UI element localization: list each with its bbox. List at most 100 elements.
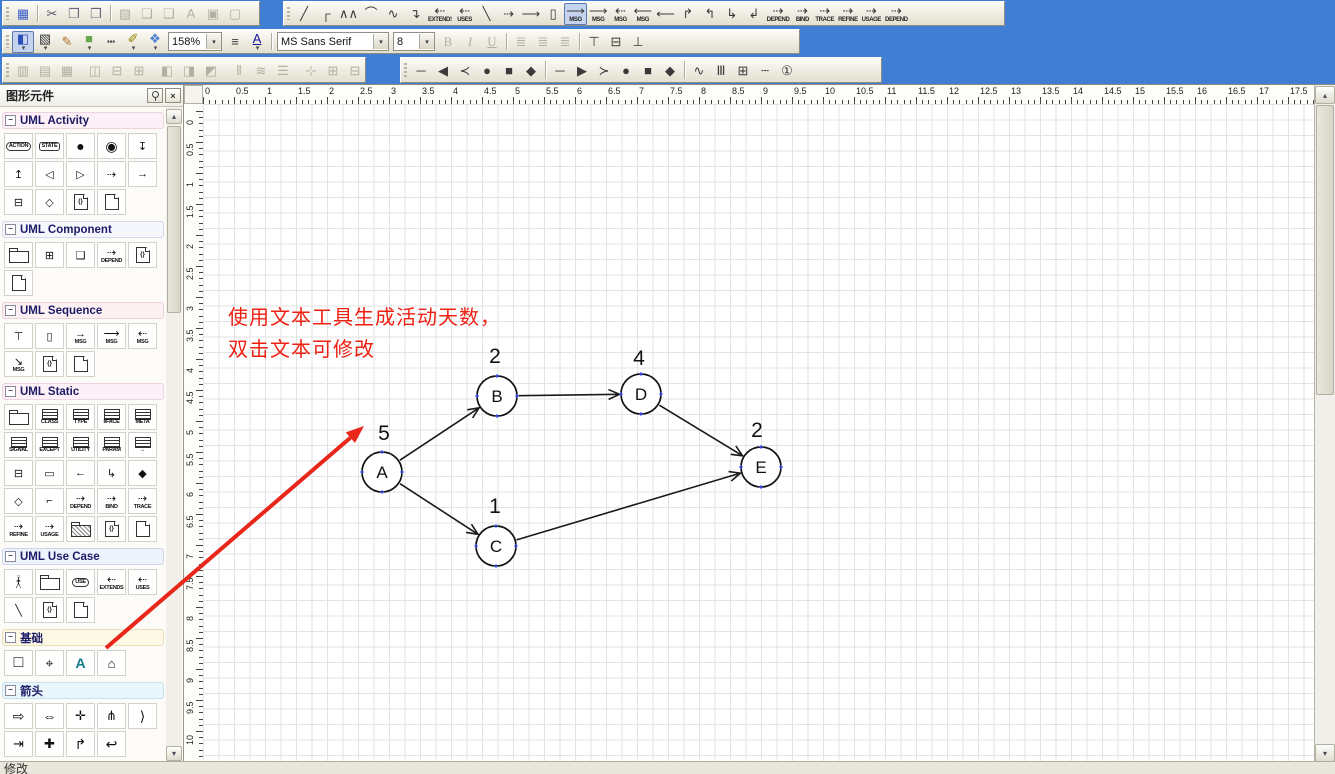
polygon-shape[interactable]: ⌂ (97, 650, 126, 676)
uses-shape[interactable]: ⇠USES (128, 569, 157, 595)
decrease-spacing-button[interactable]: ⊟ (344, 59, 366, 81)
canvas-vertical-scrollbar[interactable]: ▴ ▾ (1314, 85, 1335, 763)
line-pattern-button[interactable]: ┅ (100, 31, 122, 53)
signal-shape[interactable]: SIGNAL (4, 432, 33, 458)
space-down-button[interactable]: ≋ (250, 59, 272, 81)
line-shape[interactable]: ╲ (4, 597, 33, 623)
node-shape[interactable]: ❑ (66, 242, 95, 268)
trace-shape[interactable]: ⇢TRACE (128, 488, 157, 514)
weight-label[interactable]: 1 (489, 495, 501, 518)
make-same-size-button[interactable]: ⊞ (128, 59, 150, 81)
depend-shape[interactable]: ⇢DEPEND (66, 488, 95, 514)
refine-connector-button[interactable]: ⇢REFINE (836, 3, 860, 25)
zigzag-line-tool-button[interactable]: ∧∧ (337, 3, 360, 25)
arrow-left-tool-button[interactable]: ⟵ (654, 3, 677, 25)
move-tool-shape[interactable]: ⌖ (35, 650, 64, 676)
align-left-button[interactable]: ≣ (510, 31, 532, 53)
message-return-shape[interactable]: ⇠MSG (128, 323, 157, 349)
line-end-none-button[interactable]: ─ (549, 59, 571, 81)
note-shape[interactable] (66, 351, 95, 377)
interface-shape[interactable]: I/FACE (97, 404, 126, 430)
close-panel-button[interactable]: × (165, 88, 181, 103)
text-tool-shape[interactable]: A (66, 650, 95, 676)
weight-label[interactable]: 4 (633, 347, 645, 370)
depend-shape[interactable]: ⇢DEPEND (97, 242, 126, 268)
space-across-button[interactable]: ⫴ (228, 59, 250, 81)
valign-top-button[interactable]: ⊤ (583, 31, 605, 53)
callout-arrow-shape[interactable]: ⇥ (4, 731, 33, 757)
note-shape[interactable] (128, 516, 157, 542)
line-end-diamond-button[interactable]: ◆ (659, 59, 681, 81)
line-color-button[interactable]: ✐ (122, 31, 144, 53)
aggregation-link-shape[interactable]: ◇ (4, 488, 33, 514)
toolbar-grip[interactable] (6, 63, 9, 77)
scroll-up-button[interactable]: ▴ (1315, 86, 1335, 104)
bind-connector-button[interactable]: ⇢BIND (791, 3, 813, 25)
copy-button[interactable]: ❐ (63, 3, 85, 25)
collapse-icon[interactable]: − (5, 685, 16, 696)
decision-shape[interactable]: ◇ (35, 189, 64, 215)
toolbar-grip[interactable] (404, 63, 407, 77)
message-connector-2-button[interactable]: ⟶MSG (587, 3, 610, 25)
arrowhead-B[interactable] (467, 408, 479, 418)
align-h-centers-button[interactable]: ▦ (56, 59, 78, 81)
arrow-tool-button[interactable]: ⟶ (520, 3, 543, 25)
edge-A-C[interactable] (400, 484, 478, 535)
node-label-D[interactable]: D (635, 385, 647, 404)
depend-connector-button[interactable]: ⇢DEPEND (765, 3, 792, 25)
weight-label[interactable]: 5 (378, 422, 390, 445)
line-end-arrow-button[interactable]: ▶ (571, 59, 593, 81)
collapse-icon[interactable]: − (5, 224, 16, 235)
bind-shape[interactable]: ⇢BIND (97, 488, 126, 514)
scroll-thumb[interactable] (167, 126, 181, 313)
chevron-shape[interactable]: ⟩ (128, 703, 157, 729)
section-header-uml-static[interactable]: −UML Static (2, 383, 164, 400)
item-rect-shape[interactable]: ▭ (35, 460, 64, 486)
metaclass-shape[interactable]: META (128, 404, 157, 430)
elbow-connector-3-button[interactable]: ↳ (721, 3, 743, 25)
final-state-shape[interactable]: ◉ (97, 133, 126, 159)
edge-A-B[interactable] (400, 408, 479, 460)
shape-style-button[interactable]: ❖ (144, 31, 166, 53)
line-tool-button[interactable]: ╱ (293, 3, 315, 25)
toolbar-grip[interactable] (287, 7, 290, 20)
message-connector-3-button[interactable]: ⇠MSG (610, 3, 632, 25)
code-note-shape[interactable]: {} (35, 351, 64, 377)
message-solid-shape[interactable]: ⟶MSG (97, 323, 126, 349)
actor-shape[interactable]: ○╋⋀ (4, 569, 33, 595)
scroll-down-button[interactable]: ▾ (1315, 744, 1335, 762)
collapse-icon[interactable]: − (5, 632, 16, 643)
collapse-icon[interactable]: − (5, 115, 16, 126)
node-label-B[interactable]: B (491, 387, 502, 406)
object-lifeline-shape[interactable]: ⊤ (4, 323, 33, 349)
four-way-arrow-shape[interactable]: ✛ (66, 703, 95, 729)
scroll-up-button[interactable]: ▴ (166, 109, 182, 124)
generalization-shape[interactable]: ← (66, 460, 95, 486)
line-end-open-arrow-button[interactable]: ≻ (593, 59, 615, 81)
type-shape[interactable]: TYPE (66, 404, 95, 430)
line-end-circle-button[interactable]: ● (615, 59, 637, 81)
space-equal-button[interactable]: ☰ (272, 59, 294, 81)
section-header-uml-sequence[interactable]: −UML Sequence (2, 302, 164, 319)
elbow-connector-2-button[interactable]: ↰ (699, 3, 721, 25)
arc-tool-button[interactable]: ⌒ (360, 3, 382, 25)
node-label-E[interactable]: E (755, 458, 766, 477)
code-note-shape[interactable]: {} (128, 242, 157, 268)
composition-link-shape[interactable]: ◆ (128, 460, 157, 486)
u-turn-arrow-shape[interactable]: ↩ (97, 731, 126, 757)
arrow-shape[interactable]: → (128, 161, 157, 187)
canvas-annotation[interactable]: 使用文本工具生成活动天数， 双击文本可修改 (228, 302, 501, 366)
line-start-open-arrow-button[interactable]: ≺ (454, 59, 476, 81)
line-end-square-button[interactable]: ■ (637, 59, 659, 81)
edge-D-E[interactable] (659, 405, 742, 456)
save-button[interactable]: ▦ (12, 3, 34, 25)
code-note-shape[interactable]: {} (35, 597, 64, 623)
message-connector-4-button[interactable]: ⟵MSG (632, 3, 655, 25)
merge-right-shape[interactable]: ▷ (66, 161, 95, 187)
fill-color-button[interactable]: ◧ (12, 31, 34, 53)
extends-shape[interactable]: ⇠EXTENDS (97, 569, 126, 595)
bold-button[interactable]: B (437, 31, 459, 53)
fork-shape[interactable]: ↧ (128, 133, 157, 159)
scroll-down-button[interactable]: ▾ (166, 746, 182, 761)
code-note-shape[interactable]: {} (97, 516, 126, 542)
